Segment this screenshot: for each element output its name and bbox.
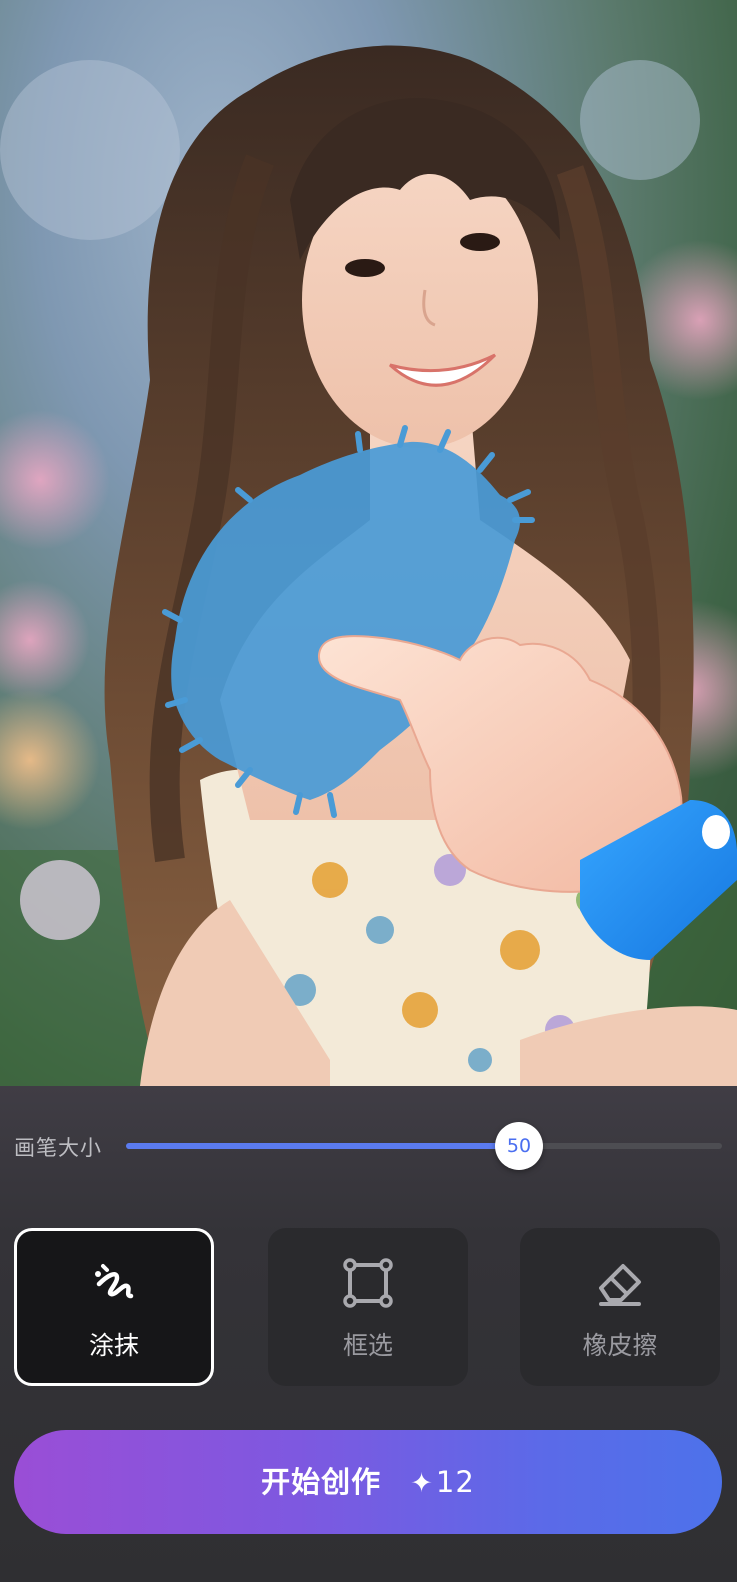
start-create-button[interactable]: 开始创作 ✦12 [14,1430,722,1534]
box-select-icon [343,1258,393,1308]
cost-value: 12 [435,1465,475,1499]
photo-illustration [0,45,737,1086]
tool-smear-label: 涂抹 [88,1331,139,1360]
cost-badge: ✦12 [410,1465,475,1499]
app-screen: 画笔大小 50 涂抹 框选 橡皮擦 开始创作 ✦12 [0,0,737,1582]
brush-size-label: 画笔大小 [14,1136,102,1160]
tool-box-select-button[interactable]: 框选 [268,1228,468,1386]
brush-size-slider[interactable]: 50 [126,1122,722,1170]
sparkle-icon: ✦ [410,1468,434,1499]
brush-size-row: 画笔大小 50 [14,1122,724,1170]
tool-selector: 涂抹 框选 橡皮擦 [14,1228,722,1386]
tool-box-select-label: 框选 [342,1331,393,1360]
eraser-icon [599,1264,641,1306]
slider-thumb[interactable]: 50 [495,1122,543,1170]
smear-brush-icon [95,1264,134,1299]
slider-fill [126,1143,519,1149]
photo-canvas[interactable] [0,0,737,1086]
tool-smear-button[interactable]: 涂抹 [14,1228,214,1386]
tool-eraser-button[interactable]: 橡皮擦 [520,1228,720,1386]
tool-eraser-label: 橡皮擦 [582,1331,658,1360]
start-create-label: 开始创作 [261,1465,382,1499]
